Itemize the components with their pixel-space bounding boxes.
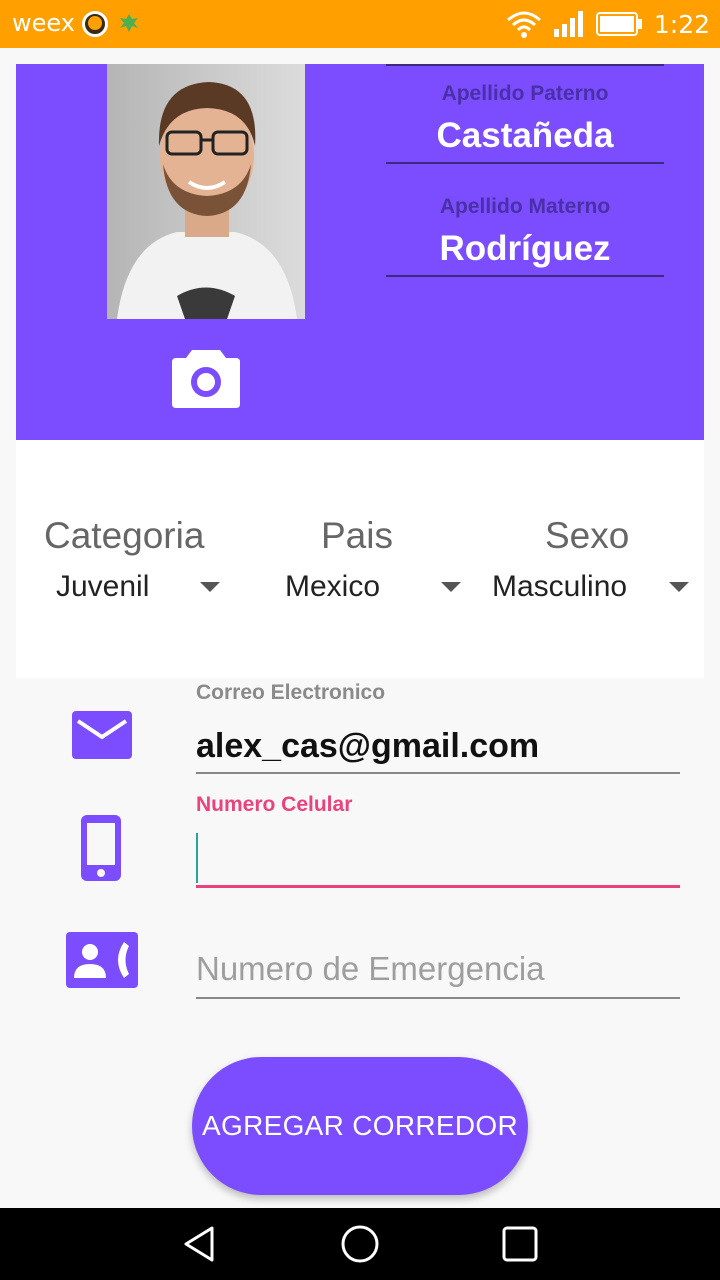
contact-phone-icon	[66, 932, 138, 988]
leaf-notification-icon	[120, 14, 138, 32]
categoria-select[interactable]: Categoria Juvenil	[16, 440, 244, 678]
dropdown-arrow-icon[interactable]	[441, 582, 461, 592]
back-triangle-icon[interactable]	[180, 1224, 220, 1264]
emergency-input[interactable]: Numero de Emergencia	[196, 950, 545, 988]
signal-icon	[553, 11, 583, 37]
profile-header: Apellido Paterno Castañeda Apellido Mate…	[16, 64, 704, 440]
divider	[386, 64, 664, 66]
person-photo-icon	[107, 64, 305, 319]
categoria-label: Categoria	[44, 515, 205, 556]
status-bar: weex 1:22	[0, 0, 720, 48]
categoria-value[interactable]: Juvenil	[56, 570, 149, 604]
battery-icon	[595, 12, 642, 36]
apellido-paterno-field[interactable]: Castañeda	[386, 114, 664, 164]
phone-underline	[196, 885, 680, 888]
emergency-underline	[196, 997, 680, 999]
selects-card: Categoria Juvenil Pais Mexico Sexo Mascu…	[16, 440, 704, 678]
camera-icon[interactable]	[172, 346, 240, 408]
sexo-label: Sexo	[545, 515, 630, 556]
email-input[interactable]: alex_cas@gmail.com	[196, 727, 680, 766]
email-underline	[196, 772, 680, 774]
pais-select[interactable]: Pais Mexico	[244, 440, 474, 678]
apellido-materno-field[interactable]: Rodríguez	[386, 227, 664, 277]
status-time: 1:22	[653, 9, 710, 39]
agregar-corredor-button[interactable]: AGREGAR CORREDOR	[192, 1057, 528, 1195]
phone-input[interactable]	[196, 833, 680, 883]
wifi-icon	[506, 11, 541, 38]
apellido-materno-label: Apellido Materno	[439, 195, 611, 218]
email-icon	[72, 711, 132, 759]
profile-photo[interactable]	[107, 64, 305, 319]
pais-label: Pais	[321, 515, 393, 556]
sexo-value[interactable]: Masculino	[492, 570, 627, 604]
dropdown-arrow-icon[interactable]	[200, 582, 220, 592]
recents-square-icon[interactable]	[500, 1224, 540, 1264]
email-label: Correo Electronico	[196, 681, 386, 704]
status-app-name: weex	[12, 9, 75, 37]
moon-notification-icon	[82, 11, 108, 37]
apellido-paterno-group: Apellido Paterno Castañeda	[386, 82, 664, 164]
smartphone-icon	[81, 815, 121, 881]
navigation-bar	[0, 1208, 720, 1280]
apellido-paterno-label: Apellido Paterno	[441, 82, 609, 105]
dropdown-arrow-icon[interactable]	[669, 582, 689, 592]
sexo-select[interactable]: Sexo Masculino	[474, 440, 704, 678]
pais-value[interactable]: Mexico	[285, 570, 380, 604]
phone-label: Numero Celular	[196, 793, 353, 816]
home-circle-icon[interactable]	[340, 1224, 380, 1264]
apellido-materno-group: Apellido Materno Rodríguez	[386, 195, 664, 277]
